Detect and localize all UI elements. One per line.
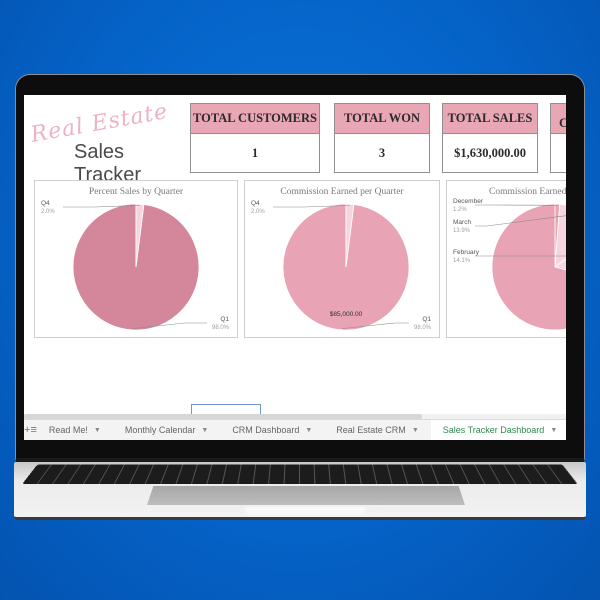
kpi-total-sales[interactable]: TOTAL SALES $1,630,000.00: [442, 103, 538, 173]
pie-chart-svg: Q4 2.0% Q1 98.0%: [41, 200, 230, 331]
slice-percent-label: 2.0%: [41, 209, 55, 215]
kpi-label: C: [551, 104, 566, 134]
chevron-down-icon[interactable]: ▼: [305, 427, 312, 434]
slice-percent-label: 14.1%: [453, 258, 471, 264]
chart-commission-by-month[interactable]: Commission Earned December 1.2% March 13.9%…: [446, 180, 566, 338]
laptop-lid-notch: [245, 507, 365, 515]
tab-label: CRM Dashboard: [232, 425, 300, 435]
slice-label: February: [453, 249, 480, 256]
slice-label: March: [453, 219, 471, 226]
kpi-value: 3: [378, 145, 386, 160]
slice-percent-label: 98.0%: [212, 325, 230, 331]
pie-chart-svg: December 1.2% March 13.9% February 14.1%: [453, 198, 566, 331]
tab-monthly-calendar[interactable]: Monthly Calendar ▼: [113, 420, 220, 441]
pie-chart-svg: Q4 2.0% Q1 98.0% $85,000.00: [251, 200, 432, 331]
spreadsheet-screen: Real Estate Sales Tracker TOTAL CUSTOMER…: [24, 95, 566, 440]
chart-commission-per-quarter[interactable]: Commission Earned per Quarter Q4 2.0% Q1 98…: [244, 180, 440, 338]
chevron-down-icon[interactable]: ▼: [550, 427, 557, 434]
kpi-label: TOTAL WON: [335, 104, 429, 134]
slice-percent-label: 13.9%: [453, 228, 471, 234]
laptop-trackpad: [147, 486, 465, 505]
laptop-keyboard: [22, 464, 578, 484]
tab-label: Read Me!: [48, 425, 88, 435]
tab-label: Real Estate CRM: [336, 425, 406, 435]
slice-percent-label: 2.0%: [251, 209, 265, 215]
tab-label: Monthly Calendar: [124, 425, 196, 435]
pie-inner-value-label: $85,000.00: [330, 311, 363, 318]
tab-read-me[interactable]: Read Me! ▼: [37, 420, 113, 441]
logo: Real Estate Sales Tracker: [28, 99, 188, 186]
kpi-value: [551, 134, 566, 172]
kpi-total-won[interactable]: TOTAL WON 3: [334, 103, 430, 173]
slice-percent-label: 1.2%: [453, 207, 467, 213]
chevron-down-icon[interactable]: ▼: [201, 427, 208, 434]
slice-label: December: [453, 198, 484, 205]
slice-label: Q4: [41, 200, 50, 207]
tab-crm-dashboard[interactable]: CRM Dashboard ▼: [220, 420, 324, 441]
kpi-value: 1: [251, 145, 259, 160]
kpi-total-customers[interactable]: TOTAL CUSTOMERS 1: [190, 103, 320, 173]
slice-label: Q1: [422, 316, 431, 323]
slice-label: Q4: [251, 200, 260, 207]
sheet-tab-bar: + ≡ Read Me! ▼ Monthly Calendar ▼ CRM Da…: [24, 419, 566, 440]
kpi-label: TOTAL SALES: [443, 104, 537, 134]
tab-sales-tracker-dashboard[interactable]: Sales Tracker Dashboard ▼: [430, 419, 566, 440]
chevron-down-icon[interactable]: ▼: [412, 427, 419, 434]
tab-real-estate-crm[interactable]: Real Estate CRM ▼: [324, 420, 430, 441]
slice-percent-label: 98.0%: [414, 325, 432, 331]
slice-label: Q1: [220, 316, 229, 323]
chart-percent-sales-by-quarter[interactable]: Percent Sales by Quarter Q4 2.0% Q1 98.0%: [34, 180, 238, 338]
kpi-partial[interactable]: C: [550, 103, 566, 173]
tab-label: Sales Tracker Dashboard: [442, 425, 545, 435]
pie-slice-other: [491, 203, 566, 331]
chevron-down-icon[interactable]: ▼: [94, 427, 101, 434]
kpi-value: $1,630,000.00: [454, 145, 526, 160]
kpi-label: TOTAL CUSTOMERS: [191, 104, 319, 134]
